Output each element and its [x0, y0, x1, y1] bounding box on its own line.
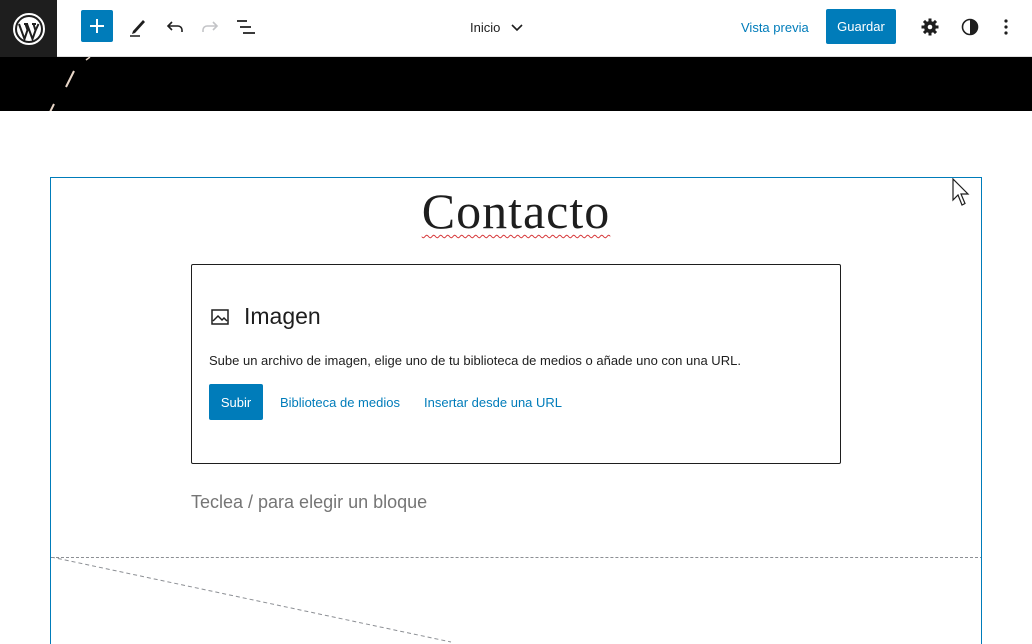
more-vertical-icon [1004, 19, 1008, 35]
media-library-link[interactable]: Biblioteca de medios [280, 395, 400, 410]
image-block-header: Imagen [210, 303, 321, 330]
tools-button[interactable] [121, 10, 155, 44]
pencil-icon [130, 20, 145, 37]
contrast-icon [961, 18, 979, 36]
document-title: Inicio [470, 19, 501, 35]
editor-canvas[interactable]: Contacto Imagen Sube un archivo de image… [0, 111, 1032, 644]
save-button[interactable]: Guardar [826, 9, 896, 44]
list-view-icon [237, 20, 255, 34]
redo-icon [202, 21, 219, 32]
image-icon [211, 308, 229, 325]
insert-from-url-link[interactable]: Insertar desde una URL [424, 395, 562, 410]
add-block-button[interactable] [81, 10, 113, 42]
document-title-selector[interactable]: Inicio [470, 17, 524, 37]
selected-group-block[interactable]: Contacto Imagen Sube un archivo de image… [50, 177, 982, 644]
list-view-button[interactable] [229, 10, 263, 44]
page-title[interactable]: Contacto [51, 182, 981, 240]
site-header-strip [0, 57, 1032, 111]
editor-toolbar: Inicio Vista previa Guardar [0, 0, 1032, 57]
image-block-title: Imagen [244, 303, 321, 329]
undo-icon [166, 21, 183, 32]
redo-button[interactable] [193, 10, 227, 44]
preview-link[interactable]: Vista previa [741, 20, 809, 35]
upload-button[interactable]: Subir [209, 384, 263, 420]
plus-icon [90, 19, 104, 33]
image-block-placeholder[interactable]: Imagen Sube un archivo de imagen, elige … [191, 264, 841, 464]
block-appender[interactable]: Teclea / para elegir un bloque [191, 492, 427, 513]
wordpress-logo-icon[interactable] [0, 0, 57, 57]
styles-button[interactable] [953, 10, 987, 44]
gear-icon [921, 18, 939, 36]
chevron-down-icon [511, 24, 523, 32]
options-menu-button[interactable] [989, 10, 1023, 44]
header-decoration [49, 57, 91, 111]
page-title-text: Contacto [421, 183, 611, 239]
undo-button[interactable] [158, 10, 192, 44]
image-block-description: Sube un archivo de imagen, elige uno de … [209, 353, 741, 368]
spacer-diagonal [51, 557, 452, 643]
mouse-cursor-icon [952, 178, 970, 206]
settings-button[interactable] [913, 10, 947, 44]
